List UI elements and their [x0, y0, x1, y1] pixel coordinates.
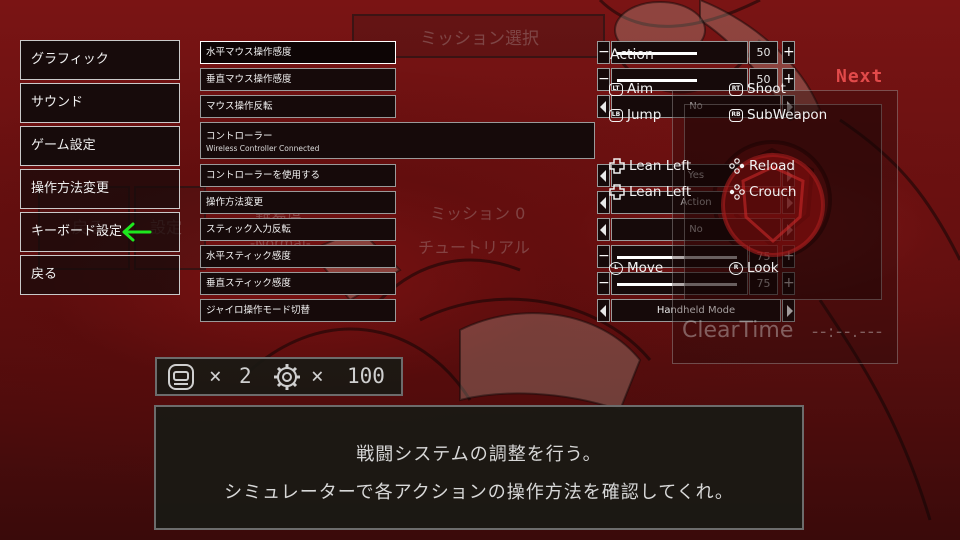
setting-row-gyro: ジャイロ操作モード切替 Handheld Mode	[200, 299, 795, 322]
parts-count: 100	[347, 364, 385, 388]
message-line-1: 戦闘システムの調整を行う。	[356, 444, 602, 465]
menu-item-graphics[interactable]: グラフィック	[20, 40, 180, 80]
setting-label: 垂直マウス操作感度	[200, 68, 396, 91]
control-item-shoot: RT Shoot	[729, 81, 786, 97]
menu-item-game-settings[interactable]: ゲーム設定	[20, 126, 180, 166]
increase-button[interactable]: +	[782, 41, 795, 64]
gear-icon	[274, 364, 300, 390]
control-label: SubWeapon	[747, 107, 828, 123]
next-label: Next	[836, 66, 884, 87]
control-label: Lean Left	[629, 184, 692, 200]
controller-status: Wireless Controller Connected	[206, 144, 320, 153]
setting-label: マウス操作反転	[200, 95, 396, 118]
value-display: 50	[749, 41, 778, 64]
setting-row-use-controller: コントローラーを使用する Yes	[200, 164, 795, 187]
control-label: Look	[747, 260, 779, 276]
menu-item-label: 戻る	[31, 267, 58, 282]
prev-option-button[interactable]	[597, 299, 610, 322]
inventory-stock-box: × 2 × 100	[155, 357, 403, 396]
mission-preview-image	[684, 104, 882, 300]
times-symbol: ×	[209, 364, 222, 388]
menu-item-control-settings[interactable]: 操作方法変更	[20, 169, 180, 209]
controller-status-box: コントローラー Wireless Controller Connected	[200, 122, 595, 159]
setting-row-h-stick: 水平スティック感度 − 75 +	[200, 245, 795, 268]
setting-row-mouse-invert: マウス操作反転 No	[200, 95, 795, 118]
menu-item-label: キーボード設定	[31, 224, 123, 239]
control-item-jump: LB Jump	[609, 107, 661, 123]
description-message-box: 戦闘システムの調整を行う。 シミュレーターで各アクションの操作方法を確認してくれ…	[154, 405, 804, 530]
decrease-button[interactable]: −	[597, 41, 610, 64]
face-buttons-icon	[729, 184, 745, 200]
setting-label: 水平マウス操作感度	[200, 41, 396, 64]
setting-label: ジャイロ操作モード切替	[200, 299, 396, 322]
arrow-left-icon	[600, 101, 606, 113]
setting-label: コントローラーを使用する	[200, 164, 396, 187]
setting-label: スティック入力反転	[200, 218, 396, 241]
control-item-lean-left-2: Lean Left	[609, 184, 691, 200]
setting-label: 垂直スティック感度	[200, 272, 396, 295]
control-label: Crouch	[749, 184, 797, 200]
control-label: Lean Left	[629, 158, 692, 174]
setting-label: 操作方法変更	[200, 191, 396, 214]
setting-label: 水平スティック感度	[200, 245, 396, 268]
robot-head-icon	[168, 364, 194, 390]
arrow-left-icon	[600, 170, 606, 182]
control-item-lean-left-1: Lean Left	[609, 158, 691, 174]
setting-row-stick-invert: スティック入力反転 No	[200, 218, 795, 241]
control-label: Jump	[627, 107, 662, 123]
control-item-crouch: Crouch	[729, 184, 796, 200]
left-stick-icon: L	[609, 261, 623, 275]
right-stick-icon: R	[729, 261, 743, 275]
arrow-left-icon	[600, 197, 606, 209]
controls-panel-title: Action	[610, 47, 654, 63]
cleartime-value: --:--.---	[812, 322, 885, 342]
control-item-look: R Look	[729, 260, 779, 276]
arrow-left-icon	[600, 305, 606, 317]
setting-row-v-mouse: 垂直マウス操作感度 − 50 +	[200, 68, 795, 91]
dpad-icon	[609, 158, 625, 174]
rb-button-icon: RB	[729, 108, 743, 122]
lt-button-icon: LT	[609, 82, 623, 96]
cleartime-label: ClearTime	[682, 318, 794, 343]
menu-item-label: 操作方法変更	[31, 181, 110, 196]
times-symbol: ×	[311, 364, 324, 388]
control-label: Move	[627, 260, 664, 276]
control-item-subweapon: RB SubWeapon	[729, 107, 827, 123]
arrow-left-icon	[600, 224, 606, 236]
menu-item-label: ゲーム設定	[31, 138, 96, 153]
menu-item-label: サウンド	[31, 95, 84, 110]
controller-label: コントローラー	[206, 131, 273, 142]
face-buttons-icon	[729, 158, 745, 174]
selection-arrow-icon	[122, 222, 152, 242]
setting-row-control-scheme: 操作方法変更 Action	[200, 191, 795, 214]
setting-row-v-stick: 垂直スティック感度 − 75 +	[200, 272, 795, 295]
menu-item-label: グラフィック	[31, 52, 109, 67]
control-item-reload: Reload	[729, 158, 795, 174]
menu-item-back[interactable]: 戻る	[20, 255, 180, 295]
message-line-2: シミュレーターで各アクションの操作方法を確認してくれ。	[224, 482, 734, 503]
lb-button-icon: LB	[609, 108, 623, 122]
emblem-icon	[721, 153, 825, 257]
control-label: Reload	[749, 158, 795, 174]
control-label: Shoot	[747, 81, 786, 97]
unit-count: 2	[239, 364, 252, 388]
prev-option-button[interactable]	[597, 218, 610, 241]
control-item-aim: LT Aim	[609, 81, 653, 97]
menu-item-keyboard-settings[interactable]: キーボード設定	[20, 212, 180, 252]
rt-button-icon: RT	[729, 82, 743, 96]
dpad-icon	[609, 184, 625, 200]
control-item-move: L Move	[609, 260, 663, 276]
menu-item-sound[interactable]: サウンド	[20, 83, 180, 123]
setting-row-h-mouse: 水平マウス操作感度 − 50 +	[200, 41, 795, 64]
control-label: Aim	[627, 81, 654, 97]
